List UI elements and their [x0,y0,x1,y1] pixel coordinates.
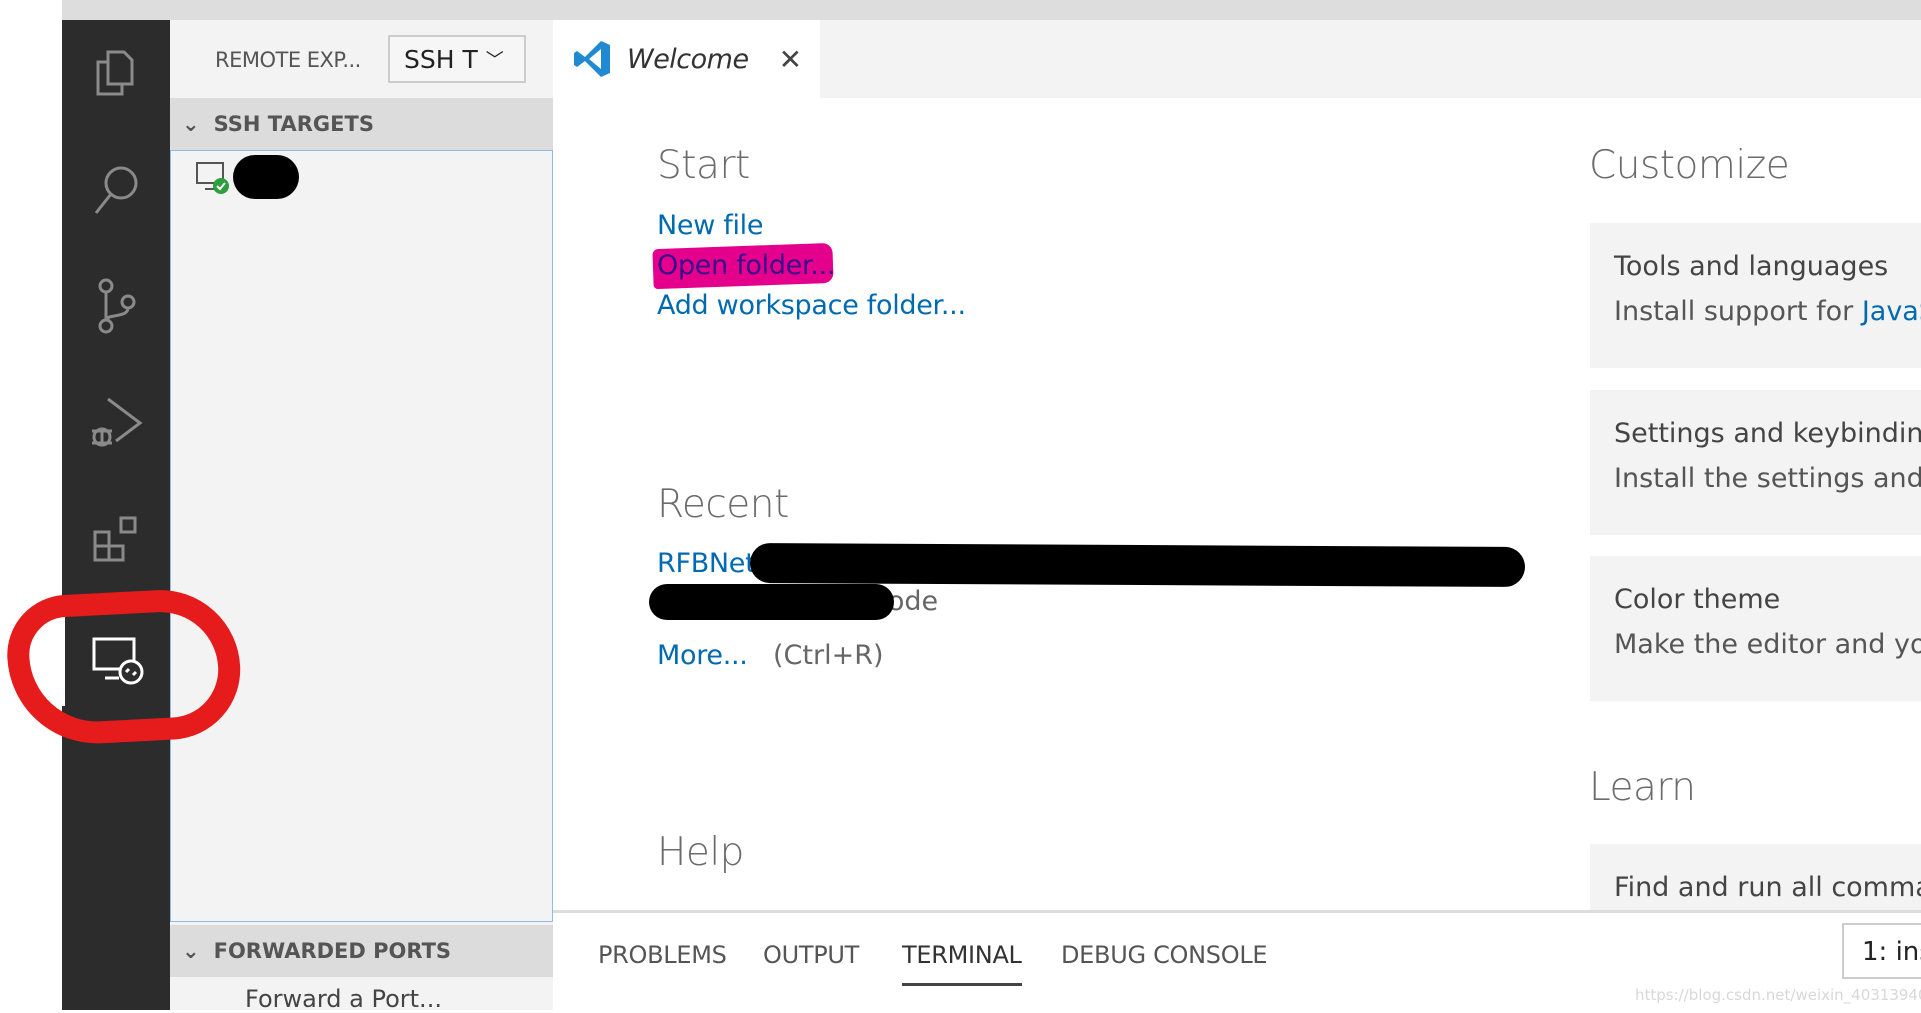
new-file-link[interactable]: New file [657,210,764,241]
extensions-icon[interactable] [62,494,170,584]
section-title: FORWARDED PORTS [213,939,452,963]
forwarded-ports-header[interactable]: ⌄ FORWARDED PORTS [170,925,553,977]
terminal-select[interactable]: 1: ins [1842,923,1921,979]
ssh-target-item[interactable] [195,155,299,199]
ssh-target-list [170,150,553,922]
watermark: https://blog.csdn.net/weixin_40313940 [1635,986,1921,1004]
tab-debug-console[interactable]: DEBUG CONSOLE [1061,941,1268,969]
card-desc: Make the editor and you [1614,629,1921,660]
customize-heading: Customize [1589,143,1790,188]
add-workspace-folder-link[interactable]: Add workspace folder... [657,290,966,321]
start-heading: Start [657,143,750,188]
tab-bar: Welcome ✕ [553,20,1921,98]
tab-welcome[interactable]: Welcome ✕ [553,20,820,98]
editor-area: Welcome ✕ Start New file Open folder... … [553,20,1921,914]
tab-title: Welcome [627,43,749,75]
bottom-panel: PROBLEMS OUTPUT TERMINAL DEBUG CONSOLE 1… [553,910,1921,1010]
explorer-icon[interactable] [62,28,170,118]
redaction-mark [749,542,1526,588]
card-desc-link[interactable]: JavaS [1862,296,1921,327]
recent-item-link[interactable]: RFBNet [657,548,756,579]
connected-monitor-icon [196,162,229,194]
forward-port-item[interactable]: Forward a Port... [245,985,442,1013]
card-title: Find and run all commar [1614,872,1921,903]
red-annotation-circle [4,586,244,748]
ssh-targets-header[interactable]: ⌄ SSH TARGETS [170,98,553,150]
card-desc: Install the settings and k [1614,463,1921,494]
help-heading: Help [657,830,744,875]
card-title: Settings and keybinding [1614,418,1921,449]
tab-terminal[interactable]: TERMINAL [902,941,1022,986]
color-theme-card[interactable]: Color theme Make the editor and you [1590,556,1921,701]
activity-bar [62,20,170,1010]
title-bar [62,0,1921,20]
card-desc: Install support for [1614,296,1862,327]
more-recent-link[interactable]: More... [657,640,748,671]
tab-problems[interactable]: PROBLEMS [598,941,727,969]
source-control-icon[interactable] [62,261,170,351]
card-title: Color theme [1614,584,1781,615]
open-folder-link[interactable]: Open folder... [657,250,835,281]
card-title: Tools and languages [1614,251,1889,282]
redaction-mark [233,155,299,199]
vscode-logo-icon [574,41,610,77]
chevron-down-icon: ⌄ [182,112,200,136]
chevron-down-icon: ⌄ [182,939,200,963]
settings-keybindings-card[interactable]: Settings and keybinding Install the setti… [1590,390,1921,535]
run-debug-icon[interactable] [62,378,170,468]
section-title: SSH TARGETS [213,112,374,136]
redaction-mark [649,584,894,620]
sidebar-title: REMOTE EXP... [215,48,361,72]
learn-heading: Learn [1589,765,1696,810]
tab-output[interactable]: OUTPUT [763,941,859,969]
target-type-select[interactable]: SSH T ﹀ [388,35,526,83]
target-select-value: SSH T [404,44,478,74]
more-shortcut: (Ctrl+R) [773,640,884,671]
command-palette-card[interactable]: Find and run all commar [1590,844,1921,914]
close-icon[interactable]: ✕ [779,43,802,76]
search-icon[interactable] [62,145,170,235]
remote-explorer-sidebar: REMOTE EXP... SSH T ﹀ ⌄ SSH TARGETS ⌄ FORWA… [170,20,553,1013]
tools-languages-card[interactable]: Tools and languages Install support for J… [1590,223,1921,368]
recent-heading: Recent [657,482,789,527]
chevron-down-icon: ﹀ [485,50,504,71]
